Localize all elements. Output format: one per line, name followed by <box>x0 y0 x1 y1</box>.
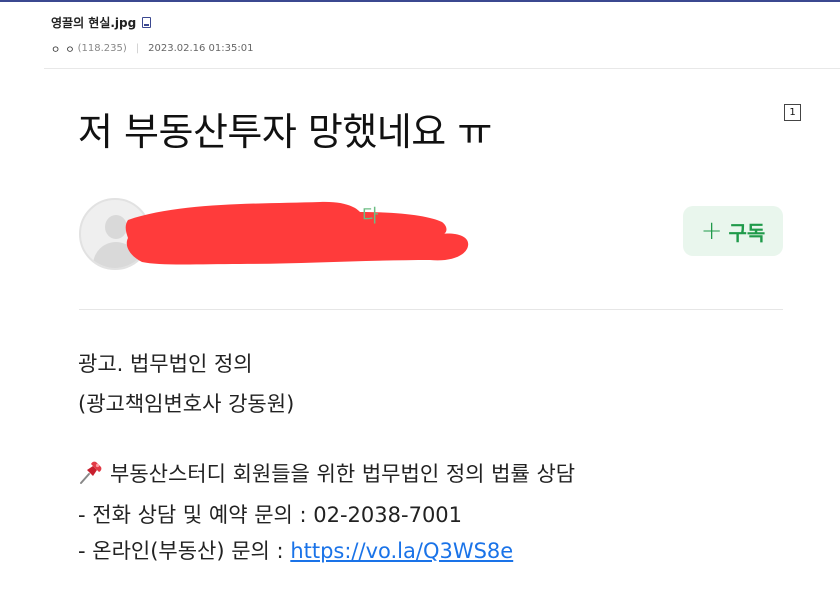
top-accent-line <box>0 0 840 2</box>
consult-link[interactable]: https://vo.la/Q3WS8e <box>290 539 513 563</box>
image-page-badge: 1 <box>784 104 801 121</box>
online-line-prefix: - 온라인(부동산) 문의 : <box>78 539 291 563</box>
phone-line: - 전화 상담 및 예약 문의 : 02-2038-7001 <box>78 503 463 527</box>
mobile-icon <box>142 17 152 28</box>
redaction-leak: 다 <box>362 206 379 227</box>
post-meta: ㅇ ㅇ (118.235) | 2023.02.16 01:35:01 <box>51 41 253 56</box>
ad-line: 광고. 법무법인 정의 <box>78 352 253 376</box>
meta-separator: | <box>135 43 140 54</box>
author-nickname[interactable]: ㅇ ㅇ <box>51 41 76 56</box>
file-header: 영끌의 현실.jpg <box>51 14 152 31</box>
redacted-author-info: 다 <box>120 196 480 276</box>
post-title: 저 부동산투자 망했네요 ㅠ <box>78 110 492 154</box>
header-divider <box>44 68 840 69</box>
author-ip: (118.235) <box>77 43 127 54</box>
lawyer-line: (광고책임변호사 강동원) <box>78 392 295 416</box>
subscribe-label: 구독 <box>728 220 766 245</box>
consult-heading-text: 부동산스터디 회원들을 위한 법무법인 정의 법률 상담 <box>110 462 576 486</box>
file-title[interactable]: 영끌의 현실.jpg <box>51 14 136 31</box>
file-title-row[interactable]: 영끌의 현실.jpg <box>51 14 152 31</box>
redaction-shape <box>125 201 469 265</box>
redaction-scribble <box>125 201 469 265</box>
online-line: - 온라인(부동산) 문의 : https://vo.la/Q3WS8e <box>78 535 513 565</box>
subscribe-button[interactable]: + 구독 <box>683 206 783 256</box>
post-timestamp: 2023.02.16 01:35:01 <box>148 43 254 54</box>
content-divider <box>79 309 783 310</box>
plus-icon: + <box>700 216 723 246</box>
pushpin-icon <box>80 461 102 484</box>
consult-heading: 부동산스터디 회원들을 위한 법무법인 정의 법률 상담 <box>78 458 575 488</box>
